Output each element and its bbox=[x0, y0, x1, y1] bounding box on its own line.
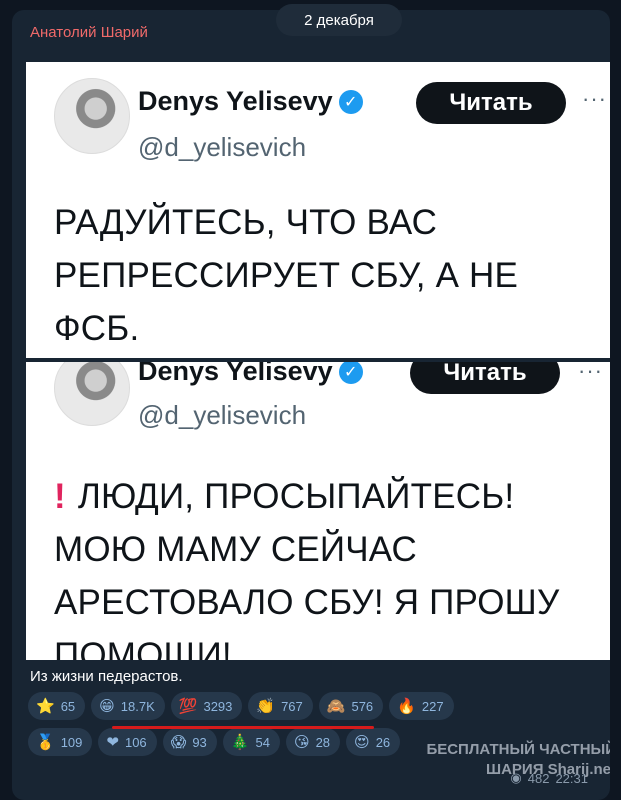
tweet-line: АРЕСТОВАЛО СБУ! Я ПРОШУ bbox=[54, 583, 560, 622]
reaction-chip[interactable]: 🙈 576 bbox=[318, 692, 384, 720]
medal-icon: 🥇 bbox=[36, 733, 55, 751]
tweet-line: РЕПРЕССИРУЕТ СБУ, А НЕ bbox=[54, 256, 519, 295]
eye-icon: ◉ bbox=[510, 770, 522, 785]
tweet-line: МОЮ МАМУ СЕЙЧАС bbox=[54, 530, 418, 569]
tweet-text: ! ЛЮДИ, ПРОСЫПАЙТЕСЬ! МОЮ МАМУ СЕЙЧАС АРЕ… bbox=[54, 470, 592, 660]
more-icon: ··· bbox=[582, 86, 607, 111]
reactions-row-1: ⭐ 65 😁 18.7K 💯 3293 👏 767 🙈 576 🔥 227 bbox=[28, 692, 608, 720]
reaction-chip[interactable]: ❤ 106 bbox=[98, 728, 157, 756]
tweet-line: ФСБ. bbox=[54, 309, 140, 348]
avatar bbox=[54, 362, 130, 426]
reaction-chip[interactable]: 😁 18.7K bbox=[91, 692, 165, 720]
message-caption: Из жизни педерастов. bbox=[30, 668, 183, 685]
avatar bbox=[54, 78, 130, 154]
reaction-chip[interactable]: 😘 28 bbox=[285, 728, 341, 756]
reaction-chip[interactable]: 🥇 109 bbox=[28, 728, 93, 756]
monkey-icon: 🙈 bbox=[326, 697, 346, 715]
sender-name[interactable]: Анатолий Шарий bbox=[30, 24, 148, 41]
tweet-line: РАДУЙТЕСЬ, ЧТО ВАС bbox=[54, 203, 438, 242]
star-icon: ⭐ bbox=[36, 697, 55, 715]
watermark-line: БЕСПЛАТНЫЙ ЧАСТНЫЙ bbox=[426, 741, 610, 758]
scream-icon: 😱 bbox=[170, 733, 187, 751]
hundred-icon: 💯 bbox=[178, 697, 198, 715]
tweet-handle: @d_yelisevich bbox=[138, 400, 307, 430]
heart-eyes-icon: 😍 bbox=[354, 733, 370, 751]
tweet-author-name: Denys Yelisevy bbox=[138, 362, 333, 386]
tweet-author: Denys Yelisevy ✓ bbox=[138, 86, 363, 117]
tree-icon: 🎄 bbox=[230, 733, 250, 751]
tweet-text: РАДУЙТЕСЬ, ЧТО ВАС РЕПРЕССИРУЕТ СБУ, А Н… bbox=[54, 196, 592, 355]
verified-icon: ✓ bbox=[338, 89, 363, 114]
tweet-handle: @d_yelisevich bbox=[138, 132, 307, 162]
fire-icon: 🔥 bbox=[397, 697, 416, 715]
heart-icon: ❤ bbox=[106, 733, 119, 751]
tweet-screenshot-2[interactable]: Denys Yelisevy ✓ @d_yelisevich Читать ··… bbox=[26, 362, 610, 660]
tweet-author: Denys Yelisevy ✓ bbox=[138, 362, 363, 387]
grin-icon: 😁 bbox=[99, 697, 115, 715]
view-count: 482 bbox=[527, 770, 550, 786]
exclamation-icon: ! bbox=[54, 477, 66, 516]
tweet-author-name: Denys Yelisevy bbox=[138, 86, 333, 116]
red-underline-annotation bbox=[112, 726, 374, 729]
kiss-icon: 😘 bbox=[293, 733, 310, 751]
tweet-line: ПОМОЩИ! bbox=[54, 636, 232, 660]
reaction-chip[interactable]: 😱 93 bbox=[162, 728, 217, 756]
clap-icon: 👏 bbox=[256, 697, 276, 715]
tweet-line: ! ЛЮДИ, ПРОСЫПАЙТЕСЬ! bbox=[54, 477, 515, 516]
date-badge: 2 декабря bbox=[276, 4, 402, 36]
follow-button: Читать bbox=[410, 362, 560, 394]
more-icon: ··· bbox=[578, 362, 603, 383]
reaction-chip[interactable]: 👏 767 bbox=[248, 692, 313, 720]
reaction-chip[interactable]: 🔥 227 bbox=[389, 692, 454, 720]
reaction-chip[interactable]: 💯 3293 bbox=[170, 692, 243, 720]
verified-icon: ✓ bbox=[338, 362, 363, 384]
reaction-chip[interactable]: ⭐ 65 bbox=[28, 692, 86, 720]
tweet-screenshot-1[interactable]: Denys Yelisevy ✓ @d_yelisevich Читать ··… bbox=[26, 62, 610, 358]
message-bubble: Анатолий Шарий Denys Yelisevy ✓ @d_yelis… bbox=[12, 10, 610, 800]
message-meta: ◉ 482 22:31 bbox=[510, 770, 588, 786]
message-time: 22:31 bbox=[555, 770, 588, 786]
follow-button: Читать bbox=[416, 82, 566, 124]
reaction-chip[interactable]: 🎄 54 bbox=[222, 728, 280, 756]
